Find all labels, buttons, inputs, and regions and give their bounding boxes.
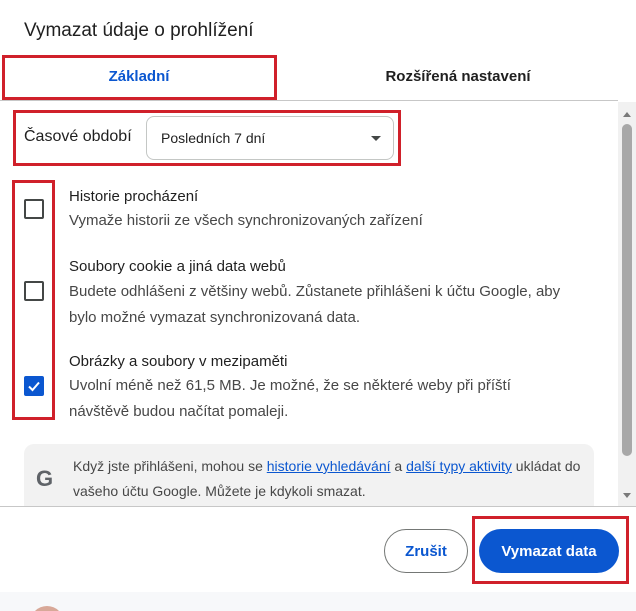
option-desc-cached-images: Uvolní méně než 61,5 MB. Je možné, že se… [69, 377, 511, 420]
option-title-cookies: Soubory cookie a jiná data webů [69, 258, 286, 275]
checkbox-cookies[interactable] [24, 281, 44, 301]
tab-advanced-label: Rozšířená nastavení [385, 67, 531, 85]
search-history-link[interactable]: historie vyhledávání [267, 458, 391, 474]
bottom-strip [0, 592, 636, 611]
tab-advanced[interactable]: Rozšířená nastavení [318, 50, 598, 102]
tab-bar: Základní Rozšířená nastavení [0, 50, 636, 102]
google-g-icon: G [36, 466, 54, 491]
scrollbar-thumb[interactable] [622, 124, 632, 456]
option-title-cached-images: Obrázky a soubory v mezipaměti [69, 353, 288, 370]
info-text-part: Když jste přihlášeni, mohou se [73, 458, 267, 474]
cancel-button[interactable]: Zrušit [384, 529, 468, 573]
checkbox-cached-images[interactable] [24, 376, 44, 396]
option-desc-cookies: Budete odhlášeni z většiny webů. Zůstane… [69, 283, 561, 326]
tab-basic-label: Základní [108, 67, 170, 85]
dialog-title: Vymazat údaje o prohlížení [24, 20, 254, 41]
scroll-down-arrow-icon[interactable] [623, 493, 631, 498]
other-activity-link[interactable]: další typy aktivity [406, 458, 512, 474]
option-desc-browsing-history: Vymaže historii ze všech synchronizovaný… [69, 212, 423, 229]
checkbox-browsing-history[interactable] [24, 199, 44, 219]
sync-info-text: Když jste přihlášeni, mohou se historie … [73, 454, 588, 504]
tabs-divider [0, 100, 618, 101]
time-range-select[interactable]: Posledních 7 dní [146, 116, 394, 160]
option-title-browsing-history: Historie procházení [69, 188, 199, 205]
time-range-label: Časové období [24, 128, 132, 145]
dropdown-caret-icon [371, 136, 381, 141]
clear-data-button[interactable]: Vymazat data [479, 529, 619, 573]
footer-divider [0, 506, 636, 507]
checkmark-icon [28, 381, 40, 392]
time-range-value: Posledních 7 dní [161, 130, 266, 146]
avatar [30, 606, 64, 611]
info-text-part: a [390, 458, 407, 474]
content-scrollbar[interactable] [618, 102, 636, 506]
tab-basic[interactable]: Základní [0, 50, 278, 102]
sync-info-box: G Když jste přihlášeni, mohou se histori… [24, 444, 594, 506]
scroll-up-arrow-icon[interactable] [623, 112, 631, 117]
